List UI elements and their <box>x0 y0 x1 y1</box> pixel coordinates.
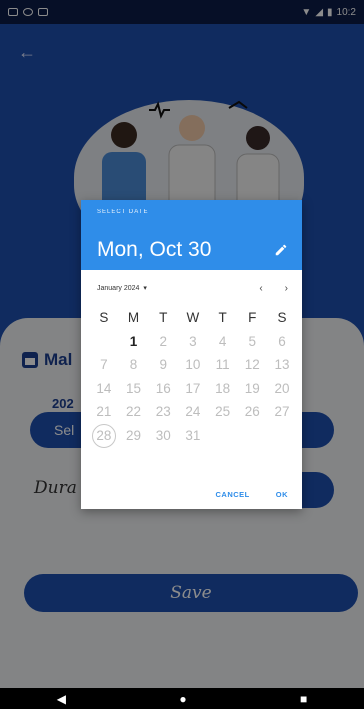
weekday-header-row: S M T W T F S <box>89 306 297 330</box>
calendar-day[interactable]: 26 <box>237 400 267 424</box>
calendar-day[interactable]: 8 <box>119 353 149 377</box>
calendar-week-row: 28 29 30 31 <box>89 423 297 448</box>
ok-button[interactable]: OK <box>276 490 288 499</box>
weekday-label: W <box>186 310 200 326</box>
month-row: January 2024 ▾ ‹ › <box>97 282 288 294</box>
month-year-dropdown[interactable]: January 2024 ▾ <box>97 284 147 293</box>
back-nav-icon[interactable]: ◀ <box>57 692 66 706</box>
weekday-label: T <box>159 310 168 326</box>
cancel-button[interactable]: CANCEL <box>216 490 250 499</box>
calendar-day[interactable]: 5 <box>237 330 267 354</box>
navigation-bar: ◀ ● ■ <box>0 688 364 709</box>
calendar-day[interactable]: 4 <box>208 330 238 354</box>
weekday-label: F <box>248 310 257 326</box>
calendar-day[interactable]: 18 <box>208 377 238 401</box>
calendar-day[interactable]: 27 <box>267 400 297 424</box>
date-picker-dialog: SELECT DATE Mon, Oct 30 January 2024 ▾ ‹… <box>81 200 302 509</box>
calendar-empty-cell <box>267 424 297 448</box>
calendar-day[interactable]: 13 <box>267 353 297 377</box>
home-nav-icon[interactable]: ● <box>179 692 186 706</box>
calendar-day[interactable]: 12 <box>237 353 267 377</box>
dropdown-arrow-icon: ▾ <box>143 285 147 292</box>
weekday-label: M <box>127 310 140 326</box>
previous-month-icon[interactable]: ‹ <box>259 283 262 294</box>
calendar-grid: S M T W T F S 1 2 3 4 5 6 7 8 9 10 11 12 13 14 15 16 17 1… <box>89 306 297 448</box>
calendar-day[interactable]: 1 <box>119 330 149 354</box>
calendar-week-row: 14 15 16 17 18 19 20 <box>89 377 297 401</box>
month-year-label: January 2024 <box>97 284 140 292</box>
calendar-week-row: 21 22 23 24 25 26 27 <box>89 400 297 424</box>
calendar-day[interactable]: 15 <box>119 377 149 401</box>
calendar-day[interactable]: 31 <box>178 424 208 448</box>
recents-nav-icon[interactable]: ■ <box>300 692 307 706</box>
calendar-empty-cell <box>237 424 267 448</box>
calendar-day[interactable]: 6 <box>267 330 297 354</box>
calendar-day[interactable]: 19 <box>237 377 267 401</box>
calendar-day[interactable]: 20 <box>267 377 297 401</box>
weekday-label: S <box>99 310 109 326</box>
calendar-day[interactable]: 14 <box>89 377 119 401</box>
calendar-week-row: 7 8 9 10 11 12 13 <box>89 353 297 377</box>
calendar-day[interactable]: 3 <box>178 330 208 354</box>
calendar-day[interactable]: 9 <box>148 353 178 377</box>
calendar-day[interactable]: 17 <box>178 377 208 401</box>
calendar-day[interactable]: 2 <box>148 330 178 354</box>
calendar-day[interactable]: 30 <box>148 424 178 448</box>
calendar-week-row: 123456 <box>89 330 297 354</box>
month-navigation: ‹ › <box>259 283 288 294</box>
weekday-label: T <box>218 310 227 326</box>
calendar-day[interactable]: 24 <box>178 400 208 424</box>
calendar-day[interactable]: 11 <box>208 353 238 377</box>
date-picker-header: SELECT DATE Mon, Oct 30 <box>81 200 302 270</box>
weekday-label: S <box>277 310 287 326</box>
calendar-day[interactable]: 28 <box>91 423 116 448</box>
calendar-day[interactable]: 22 <box>119 400 149 424</box>
selected-date-text: Mon, Oct 30 <box>97 238 212 261</box>
select-date-label: SELECT DATE <box>97 209 149 215</box>
calendar-day[interactable]: 7 <box>89 353 119 377</box>
calendar-day[interactable]: 25 <box>208 400 238 424</box>
next-month-icon[interactable]: › <box>285 283 288 294</box>
dialog-actions: CANCEL OK <box>216 490 289 499</box>
calendar-weeks: 1 2 3 4 5 6 7 8 9 10 11 12 13 14 15 16 17 18 19 20 21 22 23 24 2… <box>89 330 297 448</box>
calendar-day[interactable]: 10 <box>178 353 208 377</box>
calendar-day[interactable]: 21 <box>89 400 119 424</box>
calendar-day[interactable]: 16 <box>148 377 178 401</box>
calendar-day[interactable]: 23 <box>148 400 178 424</box>
edit-icon[interactable] <box>274 243 288 257</box>
calendar-empty-cell <box>89 330 119 354</box>
calendar-empty-cell <box>208 424 238 448</box>
calendar-day[interactable]: 29 <box>119 424 149 448</box>
